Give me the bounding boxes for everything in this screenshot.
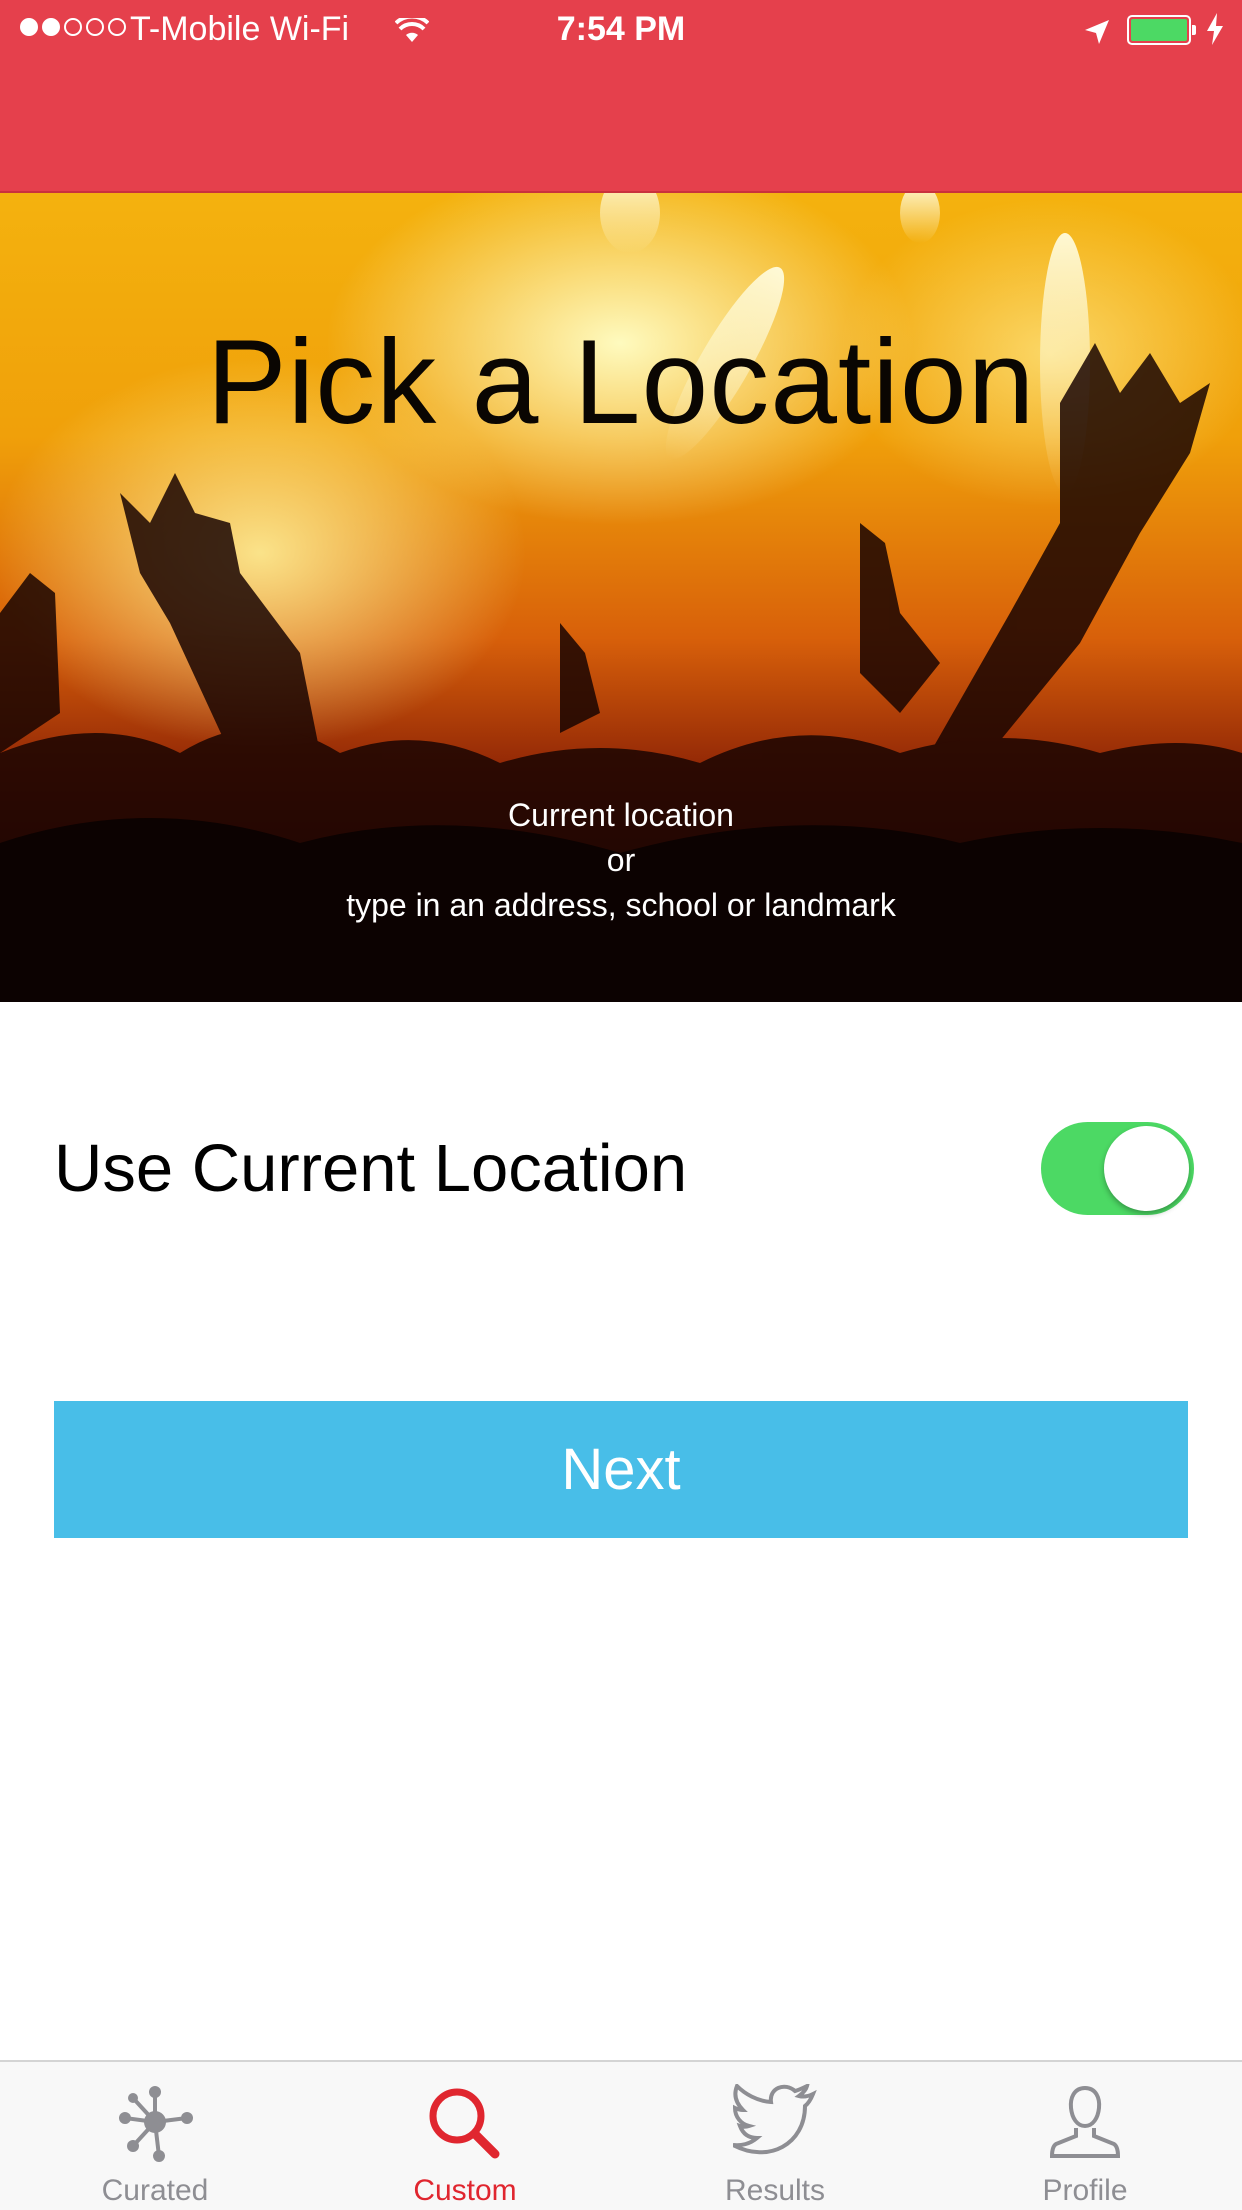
page-title: Pick a Location: [206, 315, 1036, 449]
tab-label: Results: [724, 2174, 826, 2207]
tab-custom[interactable]: Custom: [310, 2062, 620, 2210]
tab-curated[interactable]: Curated: [0, 2062, 310, 2210]
tab-bar: Curated Custom Results Profile: [0, 2060, 1242, 2210]
person-icon: [930, 2084, 1240, 2160]
location-services-icon: [1083, 16, 1111, 55]
status-bar: T-Mobile Wi-Fi 7:54 PM: [0, 0, 1242, 62]
tab-label: Curated: [101, 2174, 209, 2207]
hero-banner: Pick a Location Current location or type…: [0, 193, 1242, 1002]
toggle-knob: [1104, 1126, 1189, 1211]
next-button[interactable]: Next: [54, 1401, 1188, 1538]
tab-profile[interactable]: Profile: [930, 2062, 1240, 2210]
hero-subtitle: Current location or type in an address, …: [346, 797, 896, 923]
tab-label: Profile: [1042, 2174, 1128, 2207]
tab-results[interactable]: Results: [620, 2062, 930, 2210]
use-current-location-label: Use Current Location: [54, 1131, 688, 1206]
tab-label: Custom: [413, 2174, 517, 2207]
header-bar: T-Mobile Wi-Fi 7:54 PM: [0, 0, 1242, 193]
battery-icon: [1127, 15, 1191, 45]
search-icon: [310, 2084, 620, 2164]
charging-icon: [1205, 13, 1225, 54]
use-current-location-toggle[interactable]: [1041, 1122, 1194, 1215]
twitter-bird-icon: [620, 2084, 930, 2156]
status-time: 7:54 PM: [556, 10, 686, 48]
network-icon: [0, 2084, 310, 2164]
